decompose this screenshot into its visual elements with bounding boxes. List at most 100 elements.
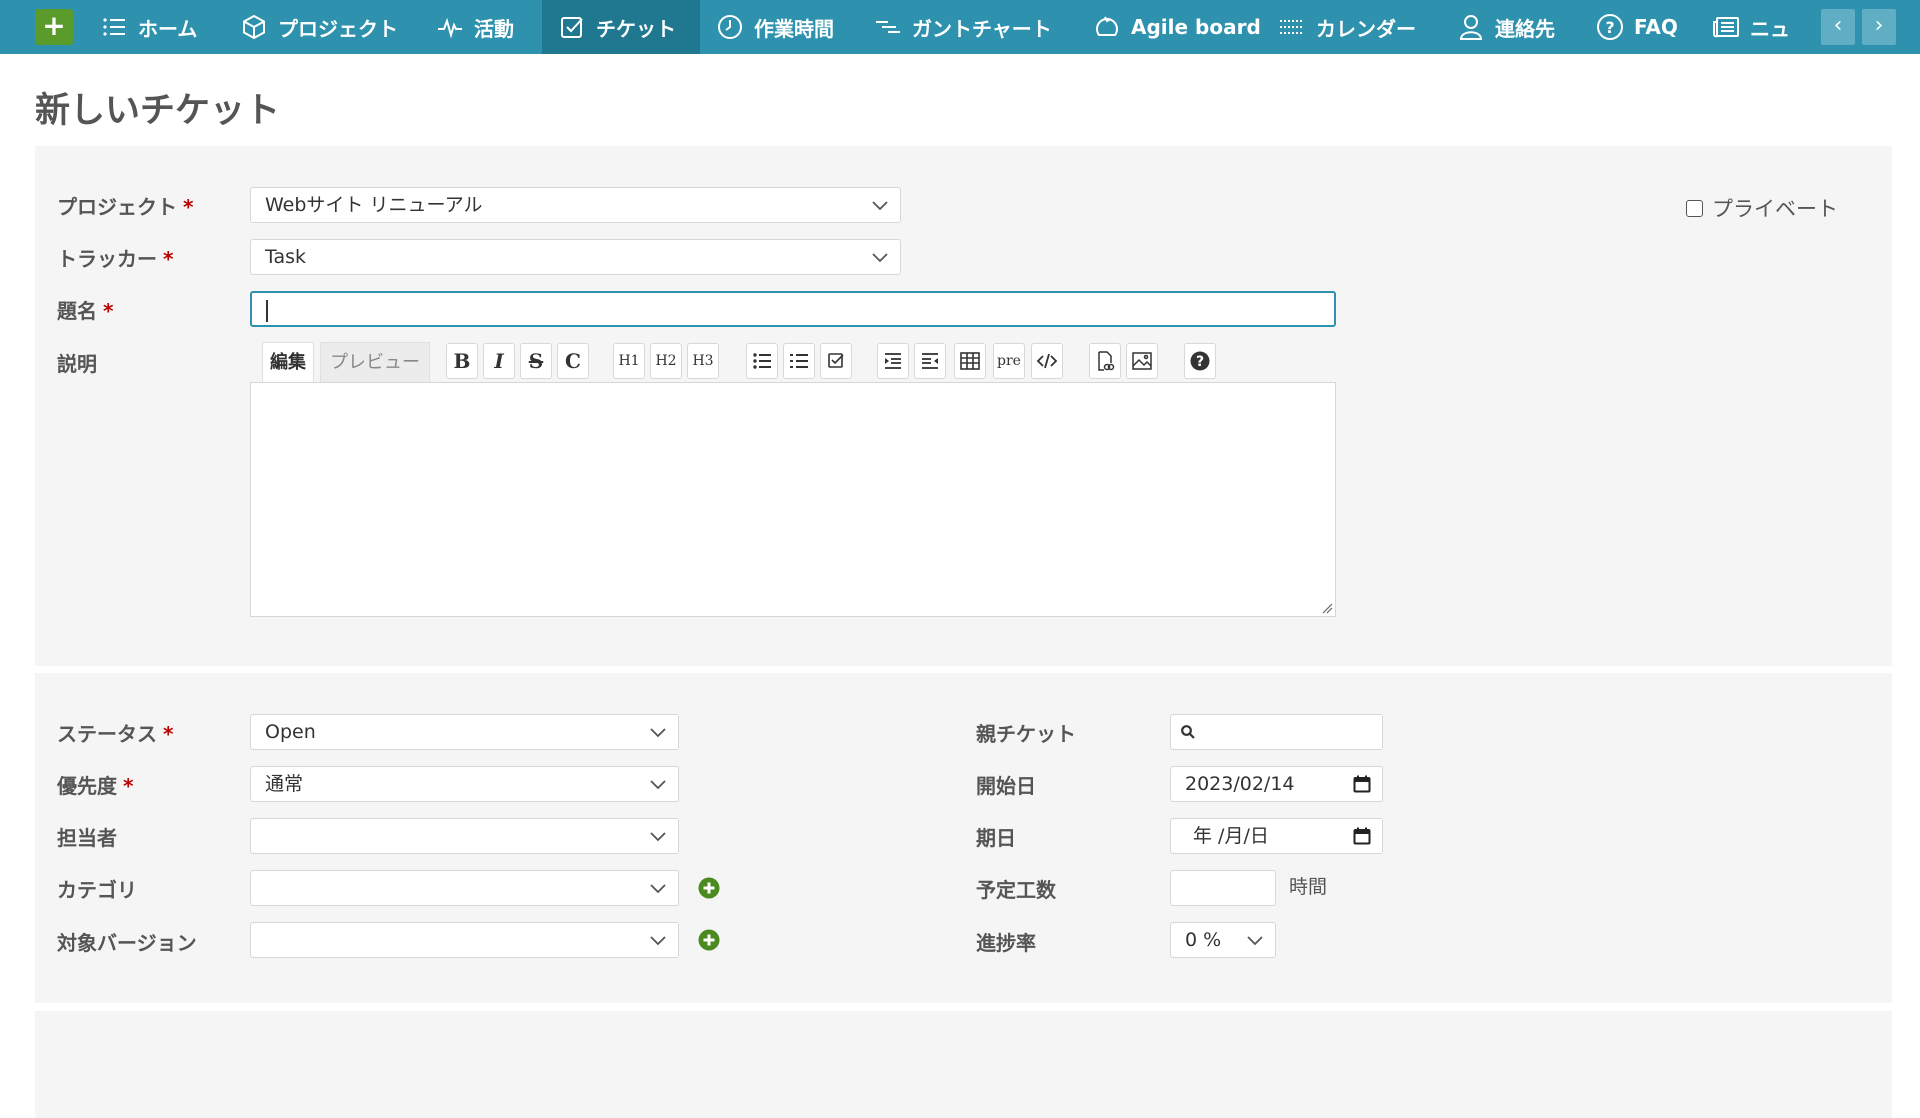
- calendar-picker-icon[interactable]: [1352, 774, 1372, 794]
- code-icon: [1036, 353, 1058, 369]
- nav-item-gantt[interactable]: ガントチャート: [874, 0, 1052, 54]
- task-list-button[interactable]: [820, 343, 852, 379]
- nav-item-news[interactable]: ニュ: [1712, 0, 1798, 54]
- help-button[interactable]: ?: [1184, 343, 1216, 379]
- subject-label: 題名 *: [57, 299, 114, 323]
- add-category-icon[interactable]: [698, 877, 720, 899]
- status-select[interactable]: Open: [250, 714, 679, 750]
- page-title: 新しいチケット: [35, 91, 281, 131]
- nav-item-label: プロジェクト: [278, 16, 398, 41]
- add-version-icon[interactable]: [698, 929, 720, 951]
- project-select[interactable]: Webサイト リニューアル: [250, 187, 901, 223]
- strikethrough-button[interactable]: S: [520, 343, 552, 379]
- subject-input[interactable]: [250, 291, 1336, 327]
- news-icon: [1712, 13, 1740, 41]
- list-icon: [100, 13, 128, 41]
- nav-item-label: 作業時間: [754, 16, 834, 41]
- indent-icon: [885, 353, 901, 369]
- done-ratio-select[interactable]: 0 %: [1170, 922, 1276, 958]
- nav-item-label: Agile board: [1131, 15, 1261, 39]
- parent-issue-input[interactable]: [1170, 714, 1383, 750]
- new-object-button[interactable]: +: [35, 9, 73, 45]
- tab-preview[interactable]: プレビュー: [320, 342, 430, 382]
- nav-item-activity[interactable]: 活動: [436, 0, 514, 54]
- table-icon: [960, 352, 980, 370]
- description-textarea[interactable]: [250, 382, 1336, 617]
- chevron-down-icon: [650, 780, 666, 790]
- code-highlight-button[interactable]: [1031, 343, 1063, 379]
- wiki-link-button[interactable]: [1089, 343, 1121, 379]
- custom-fields-fieldset: [35, 1011, 1892, 1118]
- target-version-label: 対象バージョン: [57, 931, 197, 955]
- project-label: プロジェクト *: [57, 195, 194, 219]
- nav-item-label: 連絡先: [1495, 16, 1555, 41]
- nav-item-issues[interactable]: チケット: [542, 0, 700, 54]
- heading3-button[interactable]: H3: [687, 343, 719, 379]
- heading1-button[interactable]: H1: [613, 343, 645, 379]
- inline-code-button[interactable]: C: [557, 343, 589, 379]
- pulse-icon: [436, 13, 464, 41]
- category-label: カテゴリ: [57, 878, 137, 902]
- table-button[interactable]: [954, 343, 986, 379]
- target-version-select[interactable]: [250, 922, 679, 958]
- checkbox-icon: [558, 13, 586, 41]
- italic-button[interactable]: I: [483, 343, 515, 379]
- indent-button[interactable]: [877, 343, 909, 379]
- gantt-icon: [874, 13, 902, 41]
- start-date-input[interactable]: 2023/02/14: [1170, 766, 1383, 802]
- chevron-down-icon: [650, 884, 666, 894]
- unordered-list-button[interactable]: [746, 343, 778, 379]
- nav-scroll-left-button[interactable]: ‹: [1821, 9, 1855, 45]
- cube-icon: [240, 13, 268, 41]
- nav-item-faq[interactable]: ? FAQ: [1596, 0, 1678, 54]
- nav-item-label: ガントチャート: [912, 16, 1052, 41]
- text-caret: [266, 299, 268, 322]
- chevron-down-icon: [650, 832, 666, 842]
- chevron-down-icon: [650, 936, 666, 946]
- preformatted-button[interactable]: pre: [993, 343, 1025, 379]
- nav-scroll-right-button[interactable]: ›: [1862, 9, 1896, 45]
- private-checkbox[interactable]: プライベート: [1686, 193, 1838, 223]
- nav-item-projects[interactable]: プロジェクト: [240, 0, 398, 54]
- bullet-list-icon: [753, 353, 771, 369]
- svg-text:?: ?: [1605, 18, 1614, 37]
- outdent-button[interactable]: [914, 343, 946, 379]
- nav-item-time-entries[interactable]: 作業時間: [716, 0, 834, 54]
- nav-item-agile-board[interactable]: Agile board: [1093, 0, 1261, 54]
- nav-item-home[interactable]: ホーム: [100, 0, 197, 54]
- nav-item-label: チケット: [596, 16, 676, 41]
- description-label: 説明: [57, 352, 97, 376]
- checkbox[interactable]: [1686, 199, 1703, 217]
- nav-item-calendar[interactable]: カレンダー: [1278, 0, 1416, 54]
- nav-item-label: FAQ: [1634, 15, 1678, 39]
- top-navigation: + ホーム プロジェクト 活動 チケット 作業時間 ガントチャート Agile …: [0, 0, 1920, 54]
- checklist-icon: [828, 353, 844, 368]
- svg-text:?: ?: [1196, 354, 1204, 370]
- clock-icon: [716, 13, 744, 41]
- heading2-button[interactable]: H2: [650, 343, 682, 379]
- outdent-icon: [922, 353, 938, 369]
- calendar-picker-icon[interactable]: [1352, 826, 1372, 846]
- chevron-down-icon: [1247, 936, 1263, 946]
- image-icon: [1132, 352, 1152, 370]
- chevron-down-icon: [650, 728, 666, 738]
- category-select[interactable]: [250, 870, 679, 906]
- help-circle-icon: ?: [1596, 13, 1624, 41]
- priority-select[interactable]: 通常: [250, 766, 679, 802]
- assignee-select[interactable]: [250, 818, 679, 854]
- nav-item-label: カレンダー: [1316, 16, 1416, 41]
- due-date-input[interactable]: 年 /月/日: [1170, 818, 1383, 854]
- ordered-list-button[interactable]: [783, 343, 815, 379]
- bold-button[interactable]: B: [446, 343, 478, 379]
- tracker-select[interactable]: Task: [250, 239, 901, 275]
- assignee-label: 担当者: [57, 826, 117, 850]
- resize-handle-icon[interactable]: [1321, 602, 1333, 614]
- estimated-hours-input[interactable]: [1170, 870, 1276, 906]
- tab-edit[interactable]: 編集: [262, 342, 314, 382]
- nav-item-label: 活動: [474, 16, 514, 41]
- help-icon: ?: [1190, 351, 1210, 371]
- image-button[interactable]: [1126, 343, 1158, 379]
- search-icon: [1181, 725, 1195, 739]
- agile-icon: [1093, 13, 1121, 41]
- nav-item-contacts[interactable]: 連絡先: [1457, 0, 1555, 54]
